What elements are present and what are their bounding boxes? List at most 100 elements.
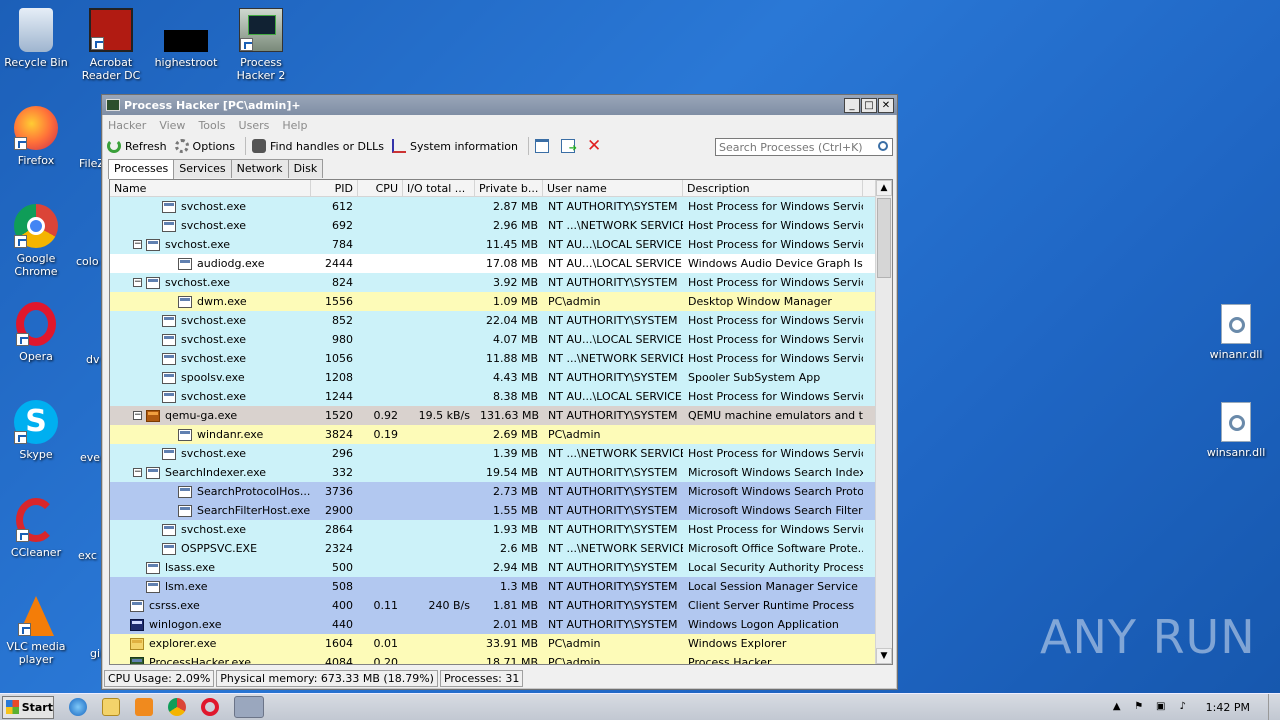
refresh-button[interactable]: Refresh [107,139,167,153]
process-row[interactable]: csrss.exe 400 0.11 240 B/s 1.81 MB NT AUTHORI… [110,596,892,615]
process-name-cell: SearchFilterHost.exe [110,504,311,517]
window-button[interactable] [534,139,553,153]
terminate-button[interactable]: ✕ [587,138,601,155]
window-titlebar[interactable]: Process Hacker [PC\admin]+ _ □ ✕ [102,95,897,115]
process-row[interactable]: explorer.exe 1604 0.01 33.91 MB PC\admin Wind… [110,634,892,653]
scroll-up-arrow-icon[interactable]: ▲ [876,180,892,196]
desktop-icon-process-hacker[interactable]: Process Hacker 2 [225,8,297,82]
process-private-bytes: 1.93 MB [492,523,538,536]
process-row[interactable]: SearchFilterHost.exe 2900 1.55 MB NT AUTHOR… [110,501,892,520]
process-row[interactable]: svchost.exe 980 4.07 MB NT AU...\LOCAL SERV… [110,330,892,349]
process-row[interactable]: windanr.exe 3824 0.19 2.69 MB PC\admin [110,425,892,444]
scroll-thumb[interactable] [877,198,891,278]
partial-desktop-label: exc [78,549,97,562]
column-name[interactable]: Name [110,180,311,196]
process-row[interactable]: spoolsv.exe 1208 4.43 MB NT AUTHORITY\SYSTE… [110,368,892,387]
process-row[interactable]: lsm.exe 508 1.3 MB NT AUTHORITY\SYSTEM Local… [110,577,892,596]
desktop-icon-opera[interactable]: Opera [0,302,72,363]
minimize-button[interactable]: _ [844,97,860,113]
menu-help[interactable]: Help [282,119,307,132]
desktop-icon-ccleaner[interactable]: CCleaner [0,498,72,559]
chrome-taskbar-icon[interactable] [168,698,186,716]
process-list[interactable]: Name PID CPU I/O total ... Private b... … [109,179,893,665]
vertical-scrollbar[interactable]: ▲ ▼ [875,180,892,664]
search-input[interactable]: Search Processes (Ctrl+K) [715,138,893,156]
process-row[interactable]: ProcessHacker.exe 4084 0.20 18.71 MB PC\admi… [110,653,892,664]
desktop-icon-recycle-bin[interactable]: Recycle Bin [0,8,72,69]
process-icon [146,580,160,593]
flag-icon[interactable]: ⚑ [1132,701,1146,715]
desktop-icon-firefox[interactable]: Firefox [0,106,72,167]
network-icon[interactable]: ▣ [1154,701,1168,715]
menu-tools[interactable]: Tools [198,119,225,132]
desktop-icon-skype[interactable]: S Skype [0,400,72,461]
tab-services[interactable]: Services [173,159,232,178]
collapse-toggle-icon[interactable]: − [133,278,142,287]
internet-explorer-icon[interactable] [69,698,87,716]
process-row[interactable]: OSPPSVC.EXE 2324 2.6 MB NT ...\NETWORK SERV… [110,539,892,558]
column-user-name[interactable]: User name [543,180,683,196]
volume-icon[interactable]: ♪ [1176,701,1190,715]
process-row[interactable]: lsass.exe 500 2.94 MB NT AUTHORITY\SYSTEM Lo… [110,558,892,577]
process-hacker-taskbar-button[interactable] [234,696,264,718]
process-row[interactable]: svchost.exe 2864 1.93 MB NT AUTHORITY\SYSTE… [110,520,892,539]
clock[interactable]: 1:42 PM [1206,701,1250,714]
collapse-toggle-icon[interactable]: − [133,411,142,420]
process-row[interactable]: svchost.exe 1056 11.88 MB NT ...\NETWORK SE… [110,349,892,368]
process-row[interactable]: svchost.exe 1244 8.38 MB NT AU...\LOCAL SER… [110,387,892,406]
process-row[interactable]: svchost.exe 612 2.87 MB NT AUTHORITY\SYSTEM… [110,197,892,216]
options-button[interactable]: Options [174,139,235,153]
menu-users[interactable]: Users [239,119,270,132]
process-row[interactable]: svchost.exe 852 22.04 MB NT AUTHORITY\SYSTE… [110,311,892,330]
desktop-icon-chrome[interactable]: Google Chrome [0,204,72,278]
process-icon [130,656,144,664]
close-button[interactable]: ✕ [878,97,894,113]
process-row[interactable]: dwm.exe 1556 1.09 MB PC\admin Desktop Window… [110,292,892,311]
column-private-bytes[interactable]: Private b... [475,180,543,196]
collapse-toggle-icon[interactable]: − [133,468,142,477]
process-row[interactable]: − svchost.exe 824 3.92 MB NT AUTHORITY\SYSTE… [110,273,892,292]
window-arrow-button[interactable]: ➜ [560,139,579,154]
desktop-icon-winanr-dll[interactable]: winanr.dll [1200,304,1272,361]
tab-processes[interactable]: Processes [108,159,175,179]
desktop-icon-winsanr-dll[interactable]: winsanr.dll [1200,402,1272,459]
file-explorer-icon[interactable] [102,698,120,716]
column-description[interactable]: Description [683,180,863,196]
system-information-button[interactable]: System information [391,139,518,153]
process-row[interactable]: − svchost.exe 784 11.45 MB NT AU...\LOCAL SE… [110,235,892,254]
opera-taskbar-icon[interactable] [201,698,219,716]
media-player-icon[interactable] [135,698,153,716]
process-row[interactable]: winlogon.exe 440 2.01 MB NT AUTHORITY\SYSTE… [110,615,892,634]
process-row[interactable]: − qemu-ga.exe 1520 0.92 19.5 kB/s 131.63 MB NT… [110,406,892,425]
column-pid[interactable]: PID [311,180,358,196]
process-description: Windows Logon Application [688,618,839,631]
maximize-button[interactable]: □ [861,97,877,113]
menu-hacker[interactable]: Hacker [108,119,146,132]
find-handles-button[interactable]: Find handles or DLLs [252,139,384,153]
tray-expand-icon[interactable]: ▲ [1110,701,1124,715]
process-row[interactable]: − SearchIndexer.exe 332 19.54 MB NT AUTHORIT… [110,463,892,482]
process-row[interactable]: SearchProtocolHos... 3736 2.73 MB NT AUTHOR… [110,482,892,501]
scroll-down-arrow-icon[interactable]: ▼ [876,648,892,664]
column-io-total[interactable]: I/O total ... [403,180,475,196]
process-private-bytes: 1.55 MB [492,504,538,517]
column-cpu[interactable]: CPU [358,180,403,196]
collapse-toggle-icon[interactable]: − [133,240,142,249]
process-row[interactable]: svchost.exe 692 2.96 MB NT ...\NETWORK SERV… [110,216,892,235]
start-button[interactable]: Start [2,695,54,719]
toolbar: Refresh Options Find handles or DLLs Sys… [102,135,897,157]
process-icon [162,219,176,232]
tab-network[interactable]: Network [230,159,289,178]
desktop-icon-highestroot[interactable]: highestroot [150,8,222,69]
process-pid: 980 [332,333,353,346]
desktop-icon-vlc[interactable]: VLC media player [0,596,72,666]
menu-view[interactable]: View [159,119,185,132]
process-hacker-window[interactable]: Process Hacker [PC\admin]+ _ □ ✕ Hacker … [101,94,898,690]
tab-disk[interactable]: Disk [287,159,324,178]
process-icon [162,314,176,327]
process-name-cell: OSPPSVC.EXE [110,542,311,555]
desktop-icon-acrobat[interactable]: Acrobat Reader DC [75,8,147,82]
process-row[interactable]: svchost.exe 296 1.39 MB NT ...\NETWORK SERV… [110,444,892,463]
show-desktop-button[interactable] [1268,694,1280,720]
process-row[interactable]: audiodg.exe 2444 17.08 MB NT AU...\LOCAL SE… [110,254,892,273]
